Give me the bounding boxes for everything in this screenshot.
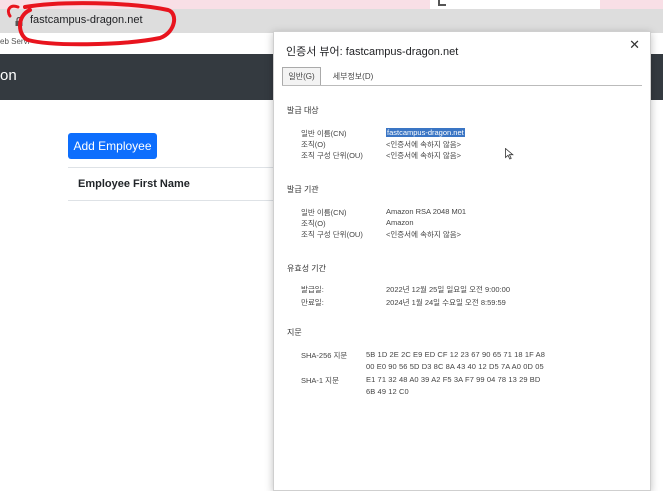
- issued-to-cn-value[interactable]: fastcampus-dragon.net: [386, 128, 465, 137]
- issued-by-ou-value: <인증서에 속하지 않음>: [386, 230, 462, 239]
- employee-table-header: Employee First Name: [68, 167, 278, 201]
- issued-to-o-label: 조직(O): [301, 140, 326, 149]
- browser-tab[interactable]: [430, 0, 600, 9]
- tab-details[interactable]: 세부정보(D): [329, 67, 377, 85]
- section-issued-by: 발급 기관: [287, 185, 319, 194]
- add-employee-button[interactable]: Add Employee: [68, 133, 157, 159]
- section-fingerprints: 지문: [287, 328, 302, 337]
- expiry-date-value: 2024년 1월 24일 수요일 오전 8:59:59: [386, 298, 506, 307]
- issue-date-value: 2022년 12월 25일 일요일 오전 9:00:00: [386, 285, 511, 294]
- issued-to-cn-label: 일반 이름(CN): [301, 129, 347, 138]
- address-bar[interactable]: fastcampus-dragon.net: [0, 9, 663, 33]
- column-header-first-name: Employee First Name: [78, 178, 190, 190]
- sha256-label: SHA-256 지문: [301, 351, 348, 360]
- issue-date-label: 발급일:: [301, 285, 324, 294]
- certificate-viewer-dialog: 인증서 뷰어: fastcampus-dragon.net ✕ 일반(G) 세부…: [273, 31, 651, 491]
- url-text[interactable]: fastcampus-dragon.net: [30, 14, 143, 26]
- issued-by-o-label: 조직(O): [301, 219, 326, 228]
- tab-strip: [0, 0, 663, 9]
- issued-to-o-value: <인증서에 속하지 않음>: [386, 140, 462, 149]
- tab-divider: [282, 85, 642, 86]
- dialog-title: 인증서 뷰어: fastcampus-dragon.net: [286, 46, 459, 58]
- issued-to-ou-value: <인증서에 속하지 않음>: [386, 151, 462, 160]
- bookmark-item[interactable]: eb Servi: [0, 37, 29, 46]
- sha1-value-line2: 6B 49 12 C0: [366, 387, 409, 396]
- tab-glyph-icon: [438, 0, 446, 6]
- screen: fastcampus-dragon.net eb Servi on Add Em…: [0, 0, 663, 491]
- lock-icon[interactable]: [15, 17, 23, 26]
- sha256-value-line2: 00 E0 90 56 5D D3 8C 8A 43 40 12 D5 7A A…: [366, 362, 544, 371]
- tab-general[interactable]: 일반(G): [282, 67, 321, 85]
- issued-by-ou-label: 조직 구성 단위(OU): [301, 230, 363, 239]
- selected-text[interactable]: fastcampus-dragon.net: [386, 128, 465, 137]
- issued-by-o-value: Amazon: [386, 218, 414, 227]
- navbar-brand[interactable]: on: [0, 67, 17, 84]
- sha1-value-line1: E1 71 32 48 A0 39 A2 F5 3A F7 99 04 78 1…: [366, 375, 541, 384]
- sha256-value-line1: 5B 1D 2E 2C E9 ED CF 12 23 67 90 65 71 1…: [366, 350, 545, 359]
- issued-to-ou-label: 조직 구성 단위(OU): [301, 151, 363, 160]
- close-icon[interactable]: ✕: [629, 37, 640, 53]
- section-issued-to: 발급 대상: [287, 106, 319, 115]
- sha1-label: SHA-1 지문: [301, 376, 339, 385]
- expiry-date-label: 만료일:: [301, 298, 324, 307]
- mouse-cursor-icon: [505, 148, 514, 160]
- issued-by-cn-value: Amazon RSA 2048 M01: [386, 207, 467, 216]
- section-validity: 유효성 기간: [287, 264, 327, 273]
- issued-by-cn-label: 일반 이름(CN): [301, 208, 347, 217]
